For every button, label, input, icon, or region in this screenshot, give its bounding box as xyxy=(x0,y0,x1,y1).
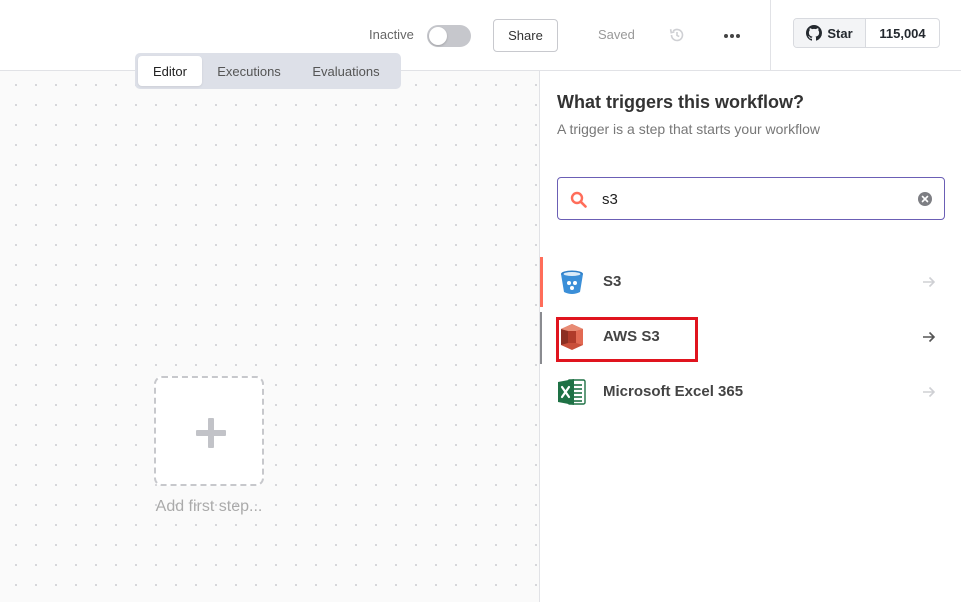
result-label: S3 xyxy=(603,273,622,290)
tab-evaluations[interactable]: Evaluations xyxy=(296,56,396,86)
active-toggle[interactable] xyxy=(427,25,471,47)
aws-s3-icon xyxy=(561,324,583,350)
arrow-right-icon xyxy=(923,331,936,343)
result-item-s3[interactable]: S3 xyxy=(540,257,961,307)
header-divider xyxy=(770,0,771,70)
add-first-step-button[interactable] xyxy=(154,376,264,486)
github-icon xyxy=(806,25,823,41)
excel-icon xyxy=(558,379,586,405)
trigger-panel: What triggers this workflow? A trigger i… xyxy=(539,71,961,602)
result-label: AWS S3 xyxy=(603,328,660,345)
add-first-step-label: Add first step... xyxy=(155,498,263,515)
toggle-knob xyxy=(429,27,447,45)
plus-icon xyxy=(196,418,226,448)
panel-subtitle: A trigger is a step that starts your wor… xyxy=(557,121,820,137)
arrow-right-icon xyxy=(923,386,936,398)
github-star-count[interactable]: 115,004 xyxy=(866,19,939,47)
result-item-microsoft-excel-365[interactable]: Microsoft Excel 365 xyxy=(540,367,961,417)
node-search-input[interactable] xyxy=(602,187,902,211)
saved-status-label: Saved xyxy=(598,27,635,42)
github-star-button[interactable]: Star xyxy=(794,19,866,47)
more-options-icon[interactable] xyxy=(723,27,741,45)
github-star-widget: Star 115,004 xyxy=(793,18,940,48)
tab-executions[interactable]: Executions xyxy=(202,56,296,86)
clear-search-icon[interactable] xyxy=(918,192,932,206)
share-button[interactable]: Share xyxy=(493,19,558,52)
search-icon xyxy=(570,191,587,208)
github-star-label: Star xyxy=(827,25,853,41)
active-status-label: Inactive xyxy=(369,27,414,42)
tab-editor[interactable]: Editor xyxy=(138,56,202,86)
s3-bucket-icon xyxy=(561,270,583,294)
hover-indicator xyxy=(540,312,542,364)
view-tabs: Editor Executions Evaluations xyxy=(135,53,401,89)
panel-title: What triggers this workflow? xyxy=(557,92,805,112)
selected-indicator xyxy=(540,257,543,307)
workflow-canvas[interactable]: Add first step... xyxy=(0,71,539,602)
arrow-right-icon xyxy=(923,276,936,288)
history-icon[interactable] xyxy=(668,26,686,44)
node-search-box xyxy=(557,177,945,220)
result-item-aws-s3[interactable]: AWS S3 xyxy=(540,312,961,364)
result-label: Microsoft Excel 365 xyxy=(603,383,744,400)
